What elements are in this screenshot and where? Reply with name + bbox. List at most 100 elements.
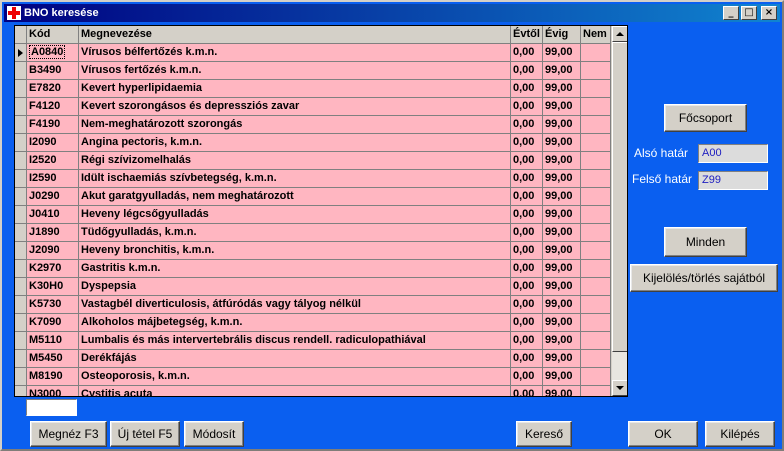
row-indicator[interactable] [15,386,27,396]
scroll-thumb[interactable] [612,42,627,352]
cell-kod[interactable]: J1890 [27,224,79,241]
cell-evtol[interactable]: 0,00 [511,314,543,331]
row-indicator[interactable] [15,332,27,349]
cell-megnevezes[interactable]: Lumbalis és más intervertebrális discus … [79,332,511,349]
cell-nem[interactable] [581,332,611,349]
row-indicator[interactable] [15,80,27,97]
cell-evtol[interactable]: 0,00 [511,278,543,295]
cell-kod[interactable]: K2970 [27,260,79,277]
table-row[interactable]: K2970 Gastritis k.m.n. 0,00 99,00 [15,260,611,278]
cell-evtol[interactable]: 0,00 [511,386,543,396]
cell-nem[interactable] [581,116,611,133]
cell-evtol[interactable]: 0,00 [511,152,543,169]
table-row[interactable]: B3490 Vírusos fertőzés k.m.n. 0,00 99,00 [15,62,611,80]
header-megnevezes[interactable]: Megnevezése [79,26,511,43]
cell-kod[interactable]: M5110 [27,332,79,349]
row-indicator[interactable] [15,98,27,115]
vertical-scrollbar[interactable] [611,26,627,396]
cell-nem[interactable] [581,170,611,187]
cell-evig[interactable]: 99,00 [543,278,581,295]
cell-megnevezes[interactable]: Vastagbél diverticulosis, átfúródás vagy… [79,296,511,313]
cell-nem[interactable] [581,350,611,367]
cell-nem[interactable] [581,80,611,97]
cell-evtol[interactable]: 0,00 [511,62,543,79]
cell-evig[interactable]: 99,00 [543,386,581,396]
cell-nem[interactable] [581,224,611,241]
cell-nem[interactable] [581,98,611,115]
cell-evtol[interactable]: 0,00 [511,350,543,367]
cell-kod[interactable]: F4120 [27,98,79,115]
cell-kod[interactable]: J2090 [27,242,79,259]
cell-evig[interactable]: 99,00 [543,170,581,187]
cell-evtol[interactable]: 0,00 [511,332,543,349]
table-row[interactable]: M8190 Osteoporosis, k.m.n. 0,00 99,00 [15,368,611,386]
cell-nem[interactable] [581,62,611,79]
cell-megnevezes[interactable]: Kevert hyperlipidaemia [79,80,511,97]
table-row[interactable]: M5450 Derékfájás 0,00 99,00 [15,350,611,368]
cell-evtol[interactable]: 0,00 [511,116,543,133]
cell-evig[interactable]: 99,00 [543,296,581,313]
cell-nem[interactable] [581,188,611,205]
row-indicator[interactable] [15,350,27,367]
row-indicator[interactable] [15,62,27,79]
cell-nem[interactable] [581,296,611,313]
cell-evig[interactable]: 99,00 [543,242,581,259]
table-row[interactable]: I2590 Idült ischaemiás szívbetegség, k.m.… [15,170,611,188]
cell-nem[interactable] [581,314,611,331]
table-row[interactable]: I2090 Angina pectoris, k.m.n. 0,00 99,00 [15,134,611,152]
header-nem[interactable]: Nem [581,26,611,43]
cell-megnevezes[interactable]: Heveny bronchitis, k.m.n. [79,242,511,259]
cell-kod[interactable]: A0840 [27,44,79,61]
felso-hatar-field[interactable]: Z99 [698,171,768,190]
cell-kod[interactable]: K5730 [27,296,79,313]
cell-evig[interactable]: 99,00 [543,44,581,61]
cell-nem[interactable] [581,242,611,259]
cell-evtol[interactable]: 0,00 [511,188,543,205]
cell-nem[interactable] [581,134,611,151]
table-row[interactable]: F4120 Kevert szorongásos és depressziós z… [15,98,611,116]
close-button[interactable]: × [761,6,777,20]
table-row[interactable]: K5730 Vastagbél diverticulosis, átfúródás… [15,296,611,314]
cell-megnevezes[interactable]: Kevert szorongásos és depressziós zavar [79,98,511,115]
cell-evig[interactable]: 99,00 [543,368,581,385]
focsoport-button[interactable]: Főcsoport [664,104,747,132]
cell-megnevezes[interactable]: Gastritis k.m.n. [79,260,511,277]
cell-nem[interactable] [581,368,611,385]
cell-evig[interactable]: 99,00 [543,152,581,169]
scroll-down-button[interactable] [612,380,627,396]
cell-nem[interactable] [581,278,611,295]
cell-megnevezes[interactable]: Nem-meghatározott szorongás [79,116,511,133]
cell-kod[interactable]: M5450 [27,350,79,367]
cell-evig[interactable]: 99,00 [543,314,581,331]
ok-button[interactable]: OK [628,421,698,447]
cell-megnevezes[interactable]: Idült ischaemiás szívbetegség, k.m.n. [79,170,511,187]
cell-evig[interactable]: 99,00 [543,116,581,133]
header-evig[interactable]: Évig [543,26,581,43]
quick-search-input[interactable] [26,399,77,416]
table-row[interactable]: F4190 Nem-meghatározott szorongás 0,00 99,0… [15,116,611,134]
cell-nem[interactable] [581,260,611,277]
cell-kod[interactable]: F4190 [27,116,79,133]
cell-kod[interactable]: J0290 [27,188,79,205]
minimize-button[interactable]: _ [723,6,739,20]
cell-nem[interactable] [581,44,611,61]
cell-megnevezes[interactable]: Osteoporosis, k.m.n. [79,368,511,385]
cell-megnevezes[interactable]: Derékfájás [79,350,511,367]
header-evtol[interactable]: Évtől [511,26,543,43]
row-indicator[interactable] [15,314,27,331]
cell-megnevezes[interactable]: Régi szívizomelhalás [79,152,511,169]
row-indicator[interactable] [15,368,27,385]
table-row[interactable]: J0290 Akut garatgyulladás, nem meghatároz… [15,188,611,206]
cell-evig[interactable]: 99,00 [543,188,581,205]
kijeloles-torles-button[interactable]: Kijelölés/törlés sajátból [630,264,778,292]
kilepes-button[interactable]: Kilépés [705,421,775,447]
row-indicator[interactable] [15,188,27,205]
table-row[interactable]: E7820 Kevert hyperlipidaemia 0,00 99,00 [15,80,611,98]
cell-kod[interactable]: I2090 [27,134,79,151]
row-indicator[interactable] [15,116,27,133]
row-indicator[interactable] [15,152,27,169]
kereso-button[interactable]: Kereső [516,421,572,447]
bno-grid[interactable]: Kód Megnevezése Évtől Évig Nem A0840 Víru… [14,25,628,397]
row-indicator[interactable] [15,260,27,277]
maximize-button[interactable]: □ [741,6,757,20]
